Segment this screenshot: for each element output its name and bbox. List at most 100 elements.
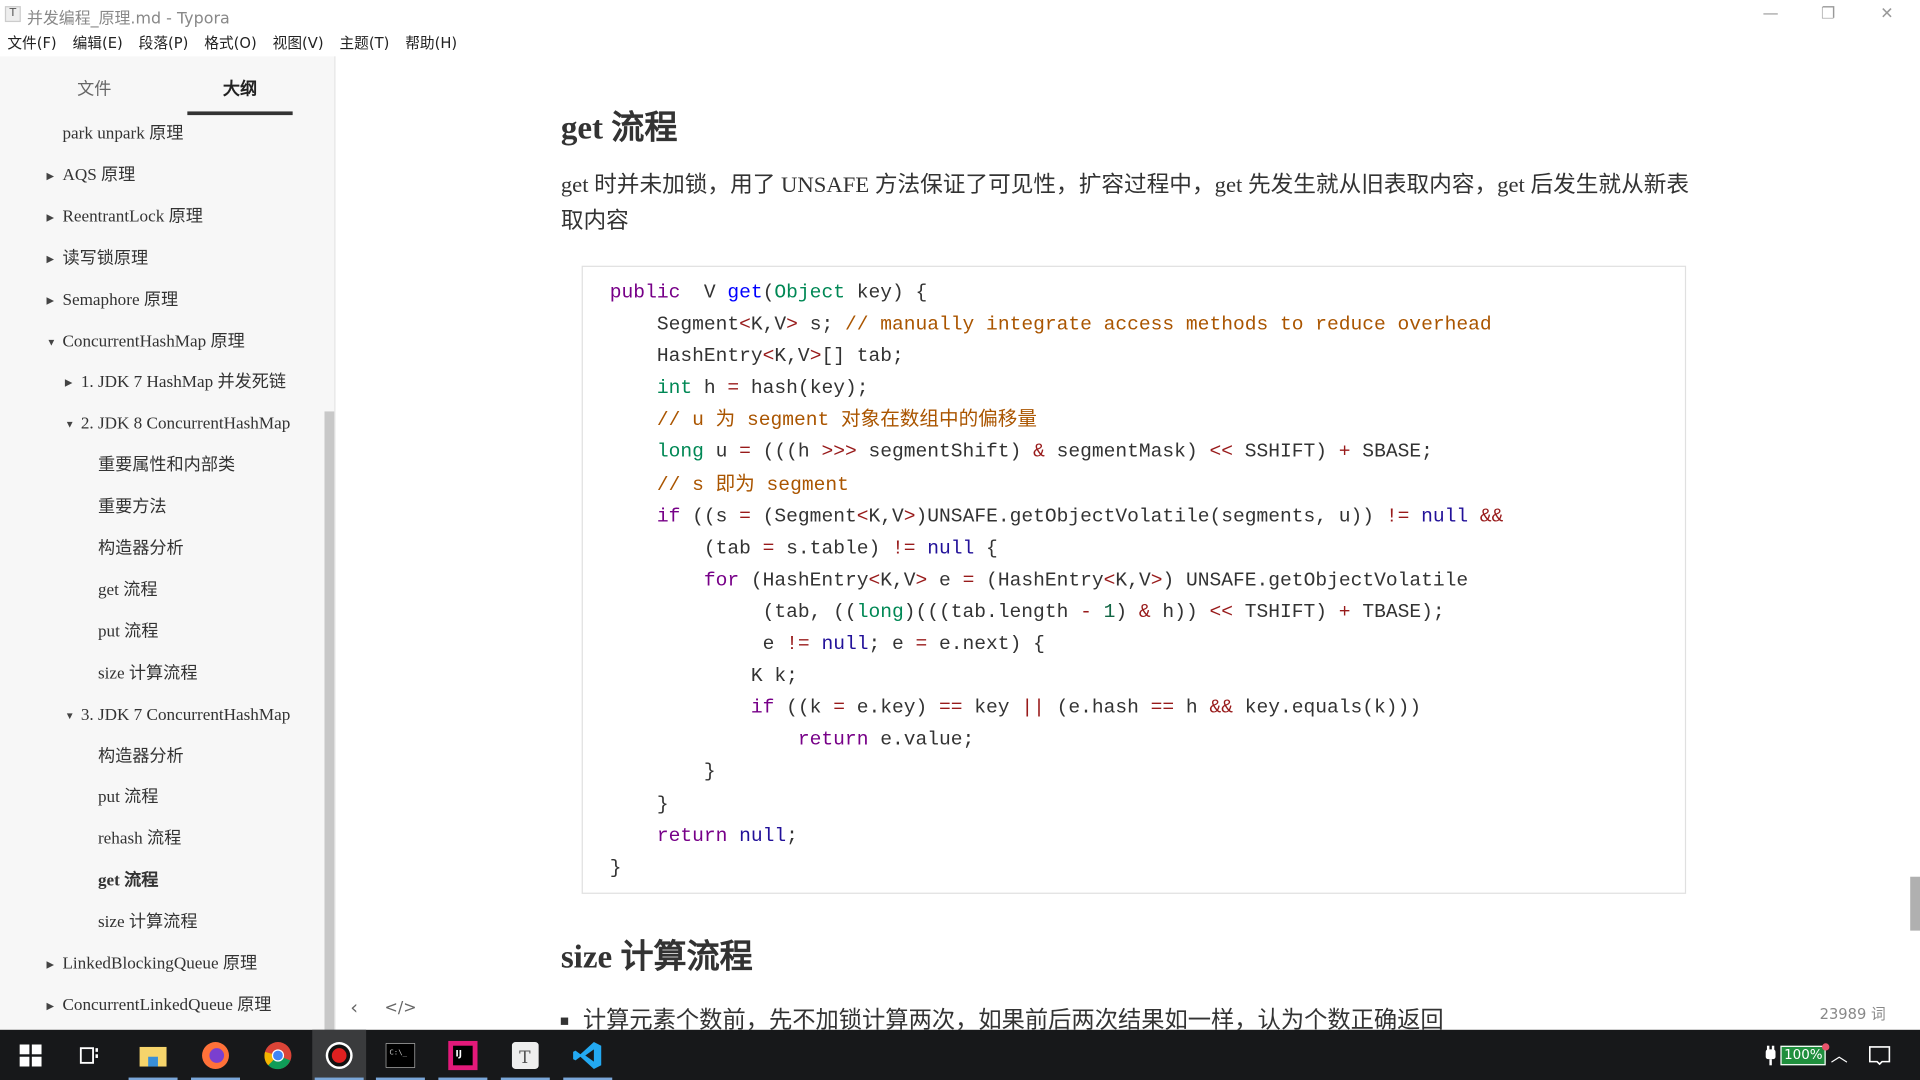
outline-item[interactable]: ▶ ConcurrentLinkedQueue 原理 — [47, 988, 272, 1025]
outline-item[interactable]: ▶ LinkedBlockingQueue 原理 — [47, 947, 258, 984]
code-token: != — [786, 633, 810, 656]
menu-item[interactable]: 主题(T) — [339, 29, 389, 56]
outline-item[interactable]: 重要属性和内部类 — [98, 448, 235, 485]
terminal-icon[interactable]: C:\_ — [373, 1030, 427, 1080]
show-hidden-icons-chevron-up-icon[interactable]: ︿ — [1831, 1030, 1848, 1080]
outline-item[interactable]: put 流程 — [98, 780, 158, 817]
action-center-icon[interactable] — [1869, 1030, 1891, 1080]
editor-scrollbar[interactable] — [1910, 876, 1920, 931]
outline-item[interactable]: put 流程 — [98, 614, 158, 651]
outline-item[interactable]: park unpark 原理 — [62, 116, 183, 153]
battery-indicator[interactable]: 100% — [1780, 1030, 1830, 1080]
power-plug-icon[interactable] — [1763, 1030, 1778, 1080]
title-bar: T 并发编程_原理.md - Typora — ❐ ✕ — [0, 0, 1920, 30]
caret-down-icon[interactable]: ▼ — [65, 407, 75, 444]
caret-right-icon[interactable]: ▶ — [47, 158, 55, 195]
code-token: << — [1209, 601, 1233, 624]
tab-outline[interactable]: 大纲 — [223, 76, 257, 100]
notification-dot — [1822, 1042, 1830, 1051]
caret-down-icon[interactable]: ▼ — [65, 697, 75, 734]
outline-item[interactable]: ▼ ConcurrentHashMap 原理 — [47, 324, 245, 361]
code-token: e.key) — [844, 697, 940, 720]
code-block[interactable]: public V get(Object key) { Segment<K,V> … — [581, 265, 1687, 894]
caret-right-icon[interactable]: ▶ — [47, 988, 55, 1025]
outline-item-label: 重要方法 — [97, 498, 167, 517]
code-token: K,V — [880, 569, 916, 592]
menu-item[interactable]: 格式(O) — [204, 29, 256, 56]
outline-item[interactable]: get 流程 — [98, 863, 158, 900]
code-token: HashEntry — [609, 345, 763, 368]
caret-right-icon[interactable]: ▶ — [47, 282, 55, 319]
outline-item[interactable]: get 流程 — [98, 573, 158, 610]
outline-item[interactable]: 构造器分析 — [98, 739, 184, 776]
outline-item-label: 读写锁原理 — [62, 249, 149, 268]
firefox-icon[interactable] — [189, 1030, 243, 1080]
typora-icon[interactable]: T — [498, 1030, 552, 1080]
outline-item[interactable]: ▶ 1. JDK 7 HashMap 并发死链 — [65, 365, 286, 402]
caret-down-icon[interactable]: ▼ — [47, 324, 57, 361]
code-token: TBASE); — [1350, 601, 1445, 624]
code-token: [] tab; — [821, 345, 904, 368]
outline-item-label: get 流程 — [97, 581, 158, 600]
code-token: TSHIFT) — [1232, 601, 1339, 624]
windows-start-icon[interactable] — [4, 1030, 58, 1080]
menu-item[interactable]: 文件(F) — [7, 29, 56, 56]
code-token: ; — [786, 824, 798, 847]
code-token: int — [656, 377, 693, 400]
code-token: h — [692, 377, 728, 400]
code-token: { — [974, 537, 998, 560]
outline-item[interactable]: 构造器分析 — [98, 531, 184, 568]
outline-item[interactable]: ▶ ReentrantLock 原理 — [47, 199, 203, 236]
intellij-idea-icon[interactable]: IJ — [436, 1030, 490, 1080]
menu-item[interactable]: 视图(V) — [273, 29, 324, 56]
menu-item[interactable]: 帮助(H) — [405, 29, 457, 56]
outline-item-label: put 流程 — [97, 623, 159, 642]
editor-content[interactable]: get 流程 get 时并未加锁，用了 UNSAFE 方法保证了可见性，扩容过程… — [337, 56, 1920, 1030]
outline-item[interactable]: size 计算流程 — [98, 656, 198, 693]
menu-item[interactable]: 编辑(E) — [73, 29, 123, 56]
outline-item[interactable]: 重要方法 — [98, 490, 167, 527]
screen-recorder-icon[interactable] — [312, 1029, 367, 1080]
outline-item[interactable]: ▼ 3. JDK 7 ConcurrentHashMap — [65, 697, 290, 734]
code-line: e != null; e = e.next) { — [610, 628, 1504, 660]
outline-item-label: get 流程 — [97, 872, 159, 891]
code-token: )UNSAFE.getObjectVolatile(segments, u)) — [915, 505, 1386, 528]
code-token: (((h — [750, 441, 822, 464]
code-token: ((s — [680, 505, 740, 528]
caret-right-icon[interactable]: ▶ — [47, 947, 55, 984]
outline-item[interactable]: ▶ AQS 原理 — [47, 158, 136, 195]
code-token: && — [1209, 697, 1233, 720]
menu-item[interactable]: 段落(P) — [139, 29, 189, 56]
outline-item-label: 构造器分析 — [97, 540, 184, 559]
code-token: ((k — [774, 697, 834, 720]
outline-item[interactable]: ▼ 2. JDK 8 ConcurrentHashMap — [65, 407, 290, 444]
code-line: } — [610, 756, 1504, 788]
task-view-icon[interactable] — [62, 1030, 116, 1080]
code-token: Segment — [609, 313, 740, 336]
svg-text:IJ: IJ — [456, 1049, 462, 1059]
tab-files[interactable]: 文件 — [77, 76, 111, 100]
caret-right-icon[interactable]: ▶ — [47, 241, 55, 278]
caret-right-icon[interactable]: ▶ — [47, 199, 55, 236]
file-explorer-icon[interactable] — [126, 1030, 180, 1080]
code-token: && — [1479, 505, 1504, 528]
code-token: key.equals(k))) — [1232, 697, 1422, 720]
code-token: == — [1150, 697, 1175, 720]
minimize-button[interactable]: — — [1752, 2, 1789, 26]
outline-item[interactable]: size 计算流程 — [98, 905, 198, 942]
restore-button[interactable]: ❐ — [1810, 2, 1847, 26]
sidebar-scrollbar[interactable] — [324, 411, 335, 1030]
chrome-icon[interactable] — [251, 1030, 305, 1080]
word-count[interactable]: 23989 词 — [1820, 1003, 1886, 1024]
close-button[interactable]: ✕ — [1869, 2, 1906, 26]
outline-item[interactable]: ▶ 读写锁原理 — [47, 241, 149, 278]
outline-item[interactable]: rehash 流程 — [98, 822, 181, 859]
caret-right-icon[interactable]: ▶ — [65, 365, 73, 402]
outline-item[interactable]: ▶ Semaphore 原理 — [47, 282, 179, 319]
vscode-icon[interactable] — [561, 1030, 615, 1080]
outline-item-label: put 流程 — [97, 789, 159, 808]
